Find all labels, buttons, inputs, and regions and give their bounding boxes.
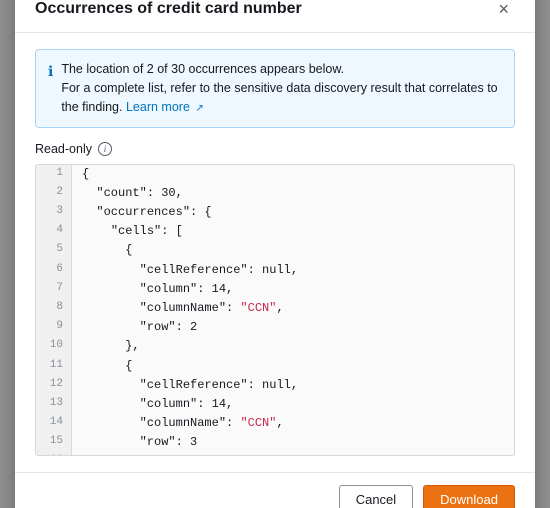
modal-body: ℹ The location of 2 of 30 occurrences ap… <box>15 33 535 471</box>
line-number: 5 <box>36 241 72 260</box>
table-row: 6 "cellReference": null, <box>36 261 514 280</box>
line-number: 11 <box>36 357 72 376</box>
line-content: "cellReference": null, <box>72 376 514 395</box>
table-row: 11 { <box>36 357 514 376</box>
line-content: "column": 14, <box>72 395 514 414</box>
line-content: "columnName": "CCN", <box>72 299 514 318</box>
info-banner: ℹ The location of 2 of 30 occurrences ap… <box>35 49 515 127</box>
line-content: "columnName": "CCN", <box>72 414 514 433</box>
read-only-info-icon: i <box>98 142 112 156</box>
line-content: "column": 14, <box>72 280 514 299</box>
line-content: }, <box>72 337 514 356</box>
modal-dialog: Occurrences of credit card number × ℹ Th… <box>15 0 535 508</box>
line-content: "occurrences": { <box>72 203 514 222</box>
code-scroll[interactable]: 1{2 "count": 30,3 "occurrences": {4 "cel… <box>36 165 514 455</box>
table-row: 15 "row": 3 <box>36 433 514 452</box>
table-row: 13 "column": 14, <box>36 395 514 414</box>
line-number: 6 <box>36 261 72 280</box>
table-row: 16 } <box>36 452 514 454</box>
code-container: 1{2 "count": 30,3 "occurrences": {4 "cel… <box>35 164 515 456</box>
learn-more-link[interactable]: Learn more ↗ <box>126 100 204 114</box>
external-link-icon: ↗ <box>195 101 203 116</box>
table-row: 3 "occurrences": { <box>36 203 514 222</box>
download-button[interactable]: Download <box>423 485 515 508</box>
line-number: 2 <box>36 184 72 203</box>
read-only-text: Read-only <box>35 142 92 156</box>
line-number: 7 <box>36 280 72 299</box>
line-content: { <box>72 165 514 184</box>
line-content: } <box>72 452 514 454</box>
line-number: 10 <box>36 337 72 356</box>
line-content: { <box>72 357 514 376</box>
table-row: 14 "columnName": "CCN", <box>36 414 514 433</box>
line-number: 14 <box>36 414 72 433</box>
close-button[interactable]: × <box>492 0 515 20</box>
line-number: 16 <box>36 452 72 454</box>
line-content: "row": 3 <box>72 433 514 452</box>
line-number: 1 <box>36 165 72 184</box>
line-content: "count": 30, <box>72 184 514 203</box>
table-row: 5 { <box>36 241 514 260</box>
line-number: 12 <box>36 376 72 395</box>
line-content: "cellReference": null, <box>72 261 514 280</box>
modal-backdrop: Occurrences of credit card number × ℹ Th… <box>0 0 550 508</box>
line-number: 8 <box>36 299 72 318</box>
learn-more-text: Learn more <box>126 100 190 114</box>
info-text: The location of 2 of 30 occurrences appe… <box>61 60 502 116</box>
table-row: 2 "count": 30, <box>36 184 514 203</box>
read-only-label: Read-only i <box>35 142 515 156</box>
line-number: 15 <box>36 433 72 452</box>
info-line1: The location of 2 of 30 occurrences appe… <box>61 62 344 76</box>
line-content: { <box>72 241 514 260</box>
table-row: 1{ <box>36 165 514 184</box>
modal-footer: Cancel Download <box>15 472 535 508</box>
table-row: 9 "row": 2 <box>36 318 514 337</box>
modal-title: Occurrences of credit card number <box>35 0 302 18</box>
line-number: 13 <box>36 395 72 414</box>
table-row: 12 "cellReference": null, <box>36 376 514 395</box>
info-icon: ℹ <box>48 61 53 116</box>
line-content: "cells": [ <box>72 222 514 241</box>
table-row: 8 "columnName": "CCN", <box>36 299 514 318</box>
code-block: 1{2 "count": 30,3 "occurrences": {4 "cel… <box>36 165 514 455</box>
line-number: 3 <box>36 203 72 222</box>
table-row: 10 }, <box>36 337 514 356</box>
line-content: "row": 2 <box>72 318 514 337</box>
cancel-button[interactable]: Cancel <box>339 485 413 508</box>
table-row: 4 "cells": [ <box>36 222 514 241</box>
modal-header: Occurrences of credit card number × <box>15 0 535 33</box>
table-row: 7 "column": 14, <box>36 280 514 299</box>
line-number: 4 <box>36 222 72 241</box>
line-number: 9 <box>36 318 72 337</box>
